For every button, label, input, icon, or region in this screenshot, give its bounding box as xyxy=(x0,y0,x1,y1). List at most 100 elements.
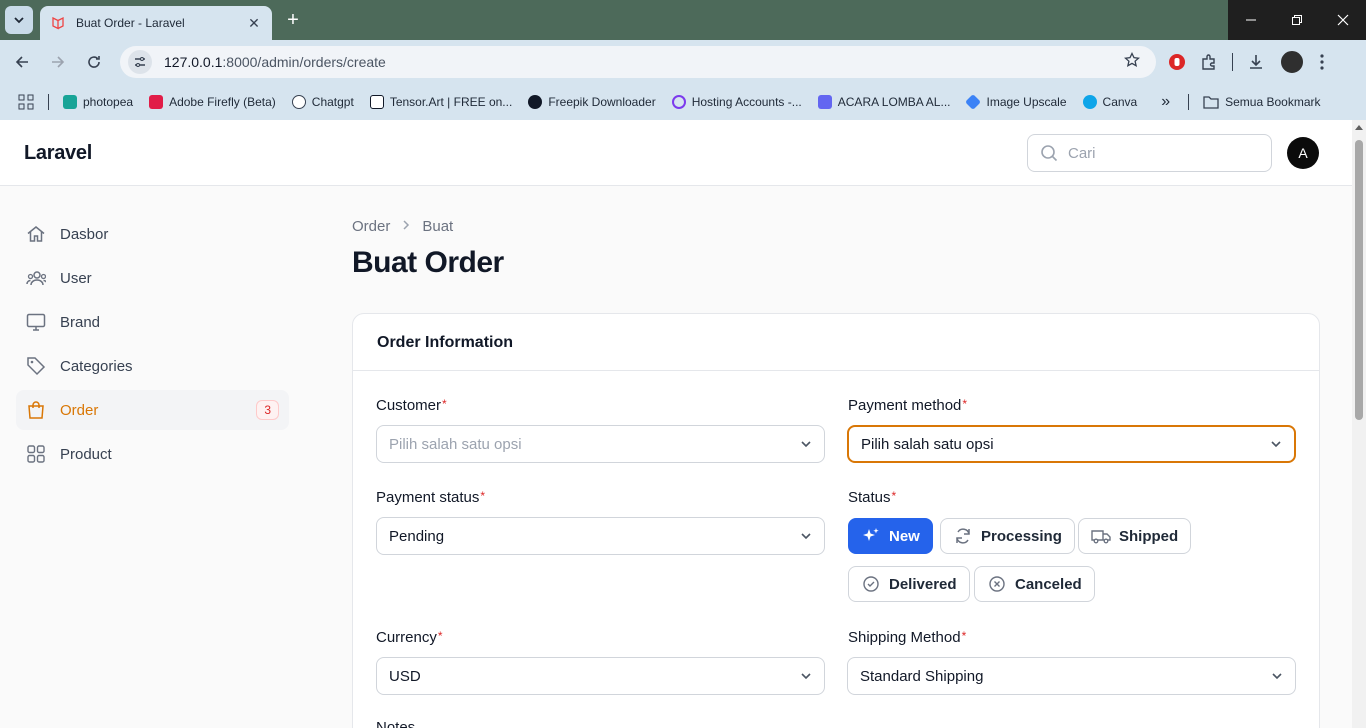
required-asterisk: * xyxy=(891,489,897,503)
page-scrollbar[interactable] xyxy=(1352,120,1366,728)
check-circle-icon xyxy=(861,574,881,594)
bookmark-item[interactable]: Adobe Firefly (Beta) xyxy=(149,95,276,109)
breadcrumb-order-link[interactable]: Order xyxy=(352,218,390,235)
status-option-new[interactable]: New xyxy=(848,518,933,554)
reload-button[interactable] xyxy=(80,48,108,76)
customer-select[interactable]: Pilih salah satu opsi xyxy=(376,425,825,463)
search-placeholder: Cari xyxy=(1068,144,1096,162)
bookmarks-divider xyxy=(48,94,49,110)
image-upscale-icon xyxy=(965,94,982,110)
user-avatar[interactable]: A xyxy=(1287,137,1319,169)
chevron-down-icon xyxy=(1271,441,1281,448)
refresh-icon xyxy=(953,526,973,546)
canva-icon xyxy=(1082,95,1097,109)
status-option-canceled[interactable]: Canceled xyxy=(974,566,1095,602)
scroll-thumb[interactable] xyxy=(1355,140,1363,420)
site-info-icon[interactable] xyxy=(128,50,152,74)
minimize-icon xyxy=(1246,19,1256,21)
toolbar-divider xyxy=(1232,53,1233,71)
scroll-up-arrow[interactable] xyxy=(1355,125,1363,130)
browser-tab[interactable]: Buat Order - Laravel ✕ xyxy=(40,6,272,40)
bookmark-item[interactable]: Tensor.Art | FREE on... xyxy=(369,95,512,109)
adobe-firefly-icon xyxy=(149,95,164,109)
bookmark-item[interactable]: Chatgpt xyxy=(291,95,354,109)
arrow-left-icon xyxy=(15,56,28,68)
forward-button[interactable] xyxy=(44,48,72,76)
tab-search-button[interactable] xyxy=(5,6,33,34)
customer-label: Customer* xyxy=(376,397,447,414)
sidebar-item-user[interactable]: User xyxy=(16,258,289,298)
close-tab-icon[interactable]: ✕ xyxy=(246,15,262,32)
address-bar[interactable]: 127.0.0.1:8000/admin/orders/create xyxy=(120,46,1156,78)
currency-select[interactable]: USD xyxy=(376,657,825,695)
reload-icon xyxy=(88,56,100,68)
sidebar-item-categories[interactable]: Categories xyxy=(16,346,289,386)
sidebar-item-dasbor[interactable]: Dasbor xyxy=(16,214,289,254)
truck-icon xyxy=(1091,526,1111,546)
bookmark-item[interactable]: Image Upscale xyxy=(965,94,1067,110)
grid-icon xyxy=(26,444,46,464)
payment-status-label: Payment status* xyxy=(376,489,486,506)
tab-title: Buat Order - Laravel xyxy=(76,16,185,30)
adblock-icon[interactable] xyxy=(1168,53,1186,71)
chevron-down-icon xyxy=(801,533,811,540)
shopping-bag-icon xyxy=(26,400,46,420)
payment-status-select[interactable]: Pending xyxy=(376,517,825,555)
home-icon xyxy=(26,224,46,244)
download-icon[interactable] xyxy=(1247,53,1265,71)
sidebar-item-brand[interactable]: Brand xyxy=(16,302,289,342)
breadcrumb: Order Buat xyxy=(352,218,453,235)
chevron-down-icon xyxy=(1272,673,1282,680)
currency-label: Currency* xyxy=(376,629,443,646)
payment-method-select[interactable]: Pilih salah satu opsi xyxy=(847,425,1296,463)
bookmark-star-icon[interactable] xyxy=(1123,51,1144,73)
extensions-icon[interactable] xyxy=(1200,53,1218,71)
global-search-input[interactable]: Cari xyxy=(1027,134,1272,172)
back-button[interactable] xyxy=(8,48,36,76)
bookmark-item[interactable]: ACARA LOMBA AL... xyxy=(817,95,950,109)
search-icon xyxy=(1041,145,1058,162)
notes-label: Notes xyxy=(376,719,416,728)
apps-grid-icon[interactable] xyxy=(18,94,34,110)
shipping-method-label: Shipping Method* xyxy=(848,629,967,646)
required-asterisk: * xyxy=(480,489,486,503)
profile-avatar[interactable] xyxy=(1279,49,1305,75)
all-bookmarks-button[interactable]: Semua Bookmark xyxy=(1203,95,1321,109)
tag-icon xyxy=(26,356,46,376)
browser-extensions xyxy=(1168,48,1325,76)
restore-button[interactable] xyxy=(1274,0,1320,40)
status-option-shipped[interactable]: Shipped xyxy=(1078,518,1192,554)
status-label: Status* xyxy=(848,489,897,506)
status-option-delivered[interactable]: Delivered xyxy=(848,566,970,602)
chevron-right-icon xyxy=(402,218,410,235)
bookmark-item[interactable]: Freepik Downloader xyxy=(528,95,656,109)
required-asterisk: * xyxy=(442,397,447,411)
laravel-icon xyxy=(52,16,64,30)
window-controls xyxy=(1228,0,1366,40)
required-asterisk: * xyxy=(437,629,443,643)
restore-icon xyxy=(1292,15,1302,25)
freepik-icon xyxy=(528,95,543,109)
required-asterisk: * xyxy=(961,629,967,643)
minimize-button[interactable] xyxy=(1228,0,1274,40)
shipping-method-select[interactable]: Standard Shipping xyxy=(847,657,1296,695)
infinity-icon xyxy=(671,95,686,109)
bookmark-item[interactable]: Hosting Accounts -... xyxy=(671,95,802,109)
required-asterisk: * xyxy=(962,397,968,411)
sidebar-item-order[interactable]: Order 3 xyxy=(16,390,289,430)
app-brand[interactable]: Laravel xyxy=(24,142,92,165)
sidebar-item-product[interactable]: Product xyxy=(16,434,289,474)
breadcrumb-current: Buat xyxy=(422,218,454,235)
sidebar-nav: Dasbor User Brand Categories Order 3 Pro… xyxy=(16,214,289,478)
chevron-down-icon xyxy=(801,441,811,448)
bookmark-item[interactable]: photopea xyxy=(63,95,133,109)
folder-icon xyxy=(1203,96,1219,109)
new-tab-button[interactable]: + xyxy=(282,9,304,31)
bookmark-item[interactable]: Canva xyxy=(1082,95,1137,109)
menu-kebab-icon[interactable] xyxy=(1319,53,1325,71)
arrow-right-icon xyxy=(52,56,65,68)
more-bookmarks-button[interactable]: » xyxy=(1161,93,1170,111)
close-window-button[interactable] xyxy=(1320,0,1366,40)
status-option-processing[interactable]: Processing xyxy=(940,518,1075,554)
section-title: Order Information xyxy=(353,314,1319,371)
